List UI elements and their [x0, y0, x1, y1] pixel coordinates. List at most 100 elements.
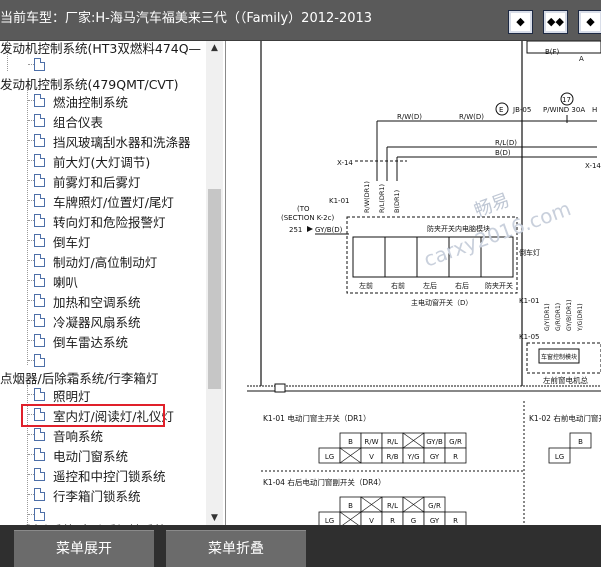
- tree-item-label: 前雾灯和后雾灯: [53, 175, 141, 190]
- document-icon: [34, 134, 45, 147]
- document-icon: [34, 468, 45, 481]
- scroll-up-arrow-icon[interactable]: ▲: [206, 41, 223, 55]
- tree-item-label: 倒车灯: [53, 235, 91, 250]
- document-icon: [34, 154, 45, 167]
- wiring-diagram: B(F) A E JB-05 17 P/WIND 30A H R/W(D) R/…: [247, 41, 601, 525]
- pin-label: Y/G(DR1): [577, 303, 584, 332]
- connector-pin-label: R/L: [387, 502, 398, 510]
- tree-item-label: 组合仪表: [53, 115, 104, 130]
- tree-item-label: 电动门窗系统: [53, 449, 129, 464]
- tree-item-label: 发动机控制系统(479QMT/CVT): [0, 77, 179, 92]
- h-label: H: [592, 106, 597, 114]
- connector-pin-label: V: [369, 517, 374, 525]
- connector-pin-label: R/W: [364, 438, 378, 446]
- document-icon: [34, 488, 45, 501]
- pwind-label: P/WIND 30A: [543, 106, 585, 114]
- tree-item-label: 车牌照灯/位置灯/尾灯: [53, 195, 174, 210]
- menu-tree[interactable]: 发动机控制系统(HT3双燃料474Q— 发动机控制系统(479QMT/CVT) 燃油…: [0, 41, 226, 525]
- main-switch-label: 主电动窗开关（D）: [411, 298, 472, 307]
- document-icon: [34, 274, 45, 287]
- fuse-e-label: E: [499, 106, 503, 114]
- module-box-label: 车窗控制模块: [541, 353, 577, 361]
- tree-item-label: 喇叭: [53, 275, 79, 290]
- arrow-pin-label: 251: [289, 226, 302, 234]
- menu-expand-button[interactable]: 菜单展开: [14, 530, 154, 567]
- expand-view-button[interactable]: ◆: [508, 10, 533, 34]
- split-view-button[interactable]: ◆◆: [543, 10, 568, 34]
- motor-label: 左前窗电机总: [543, 375, 588, 385]
- selected-item-highlight: [21, 404, 165, 427]
- document-icon: [34, 334, 45, 347]
- document-icon: [34, 234, 45, 247]
- collapse-icon: ◆: [586, 15, 595, 28]
- wire-label: GY/B(D): [315, 226, 343, 234]
- tree-item-label: 遥控和中控门锁系统: [53, 469, 166, 484]
- connector-pin-label: G/R: [428, 502, 441, 510]
- collapse-view-button[interactable]: ◆: [578, 10, 601, 34]
- document-icon: [34, 354, 45, 367]
- connector-pin-label: LG: [325, 517, 334, 525]
- document-icon: [34, 254, 45, 267]
- document-icon: [34, 214, 45, 227]
- connector-pin-label: GY: [430, 517, 440, 525]
- connector-label: X-14: [337, 159, 353, 167]
- connector-pin-label: R/L: [387, 438, 398, 446]
- pin-label: B(DR1): [393, 190, 401, 213]
- connector-label: X-14: [585, 162, 601, 170]
- connector-pin-label: G/R: [449, 438, 462, 446]
- vehicle-title: 当前车型：厂家:H-海马汽车福美来三代（（Family）2012-2013: [0, 11, 373, 26]
- menu-collapse-button[interactable]: 菜单折叠: [166, 530, 306, 567]
- connector-pin-label: GY: [430, 453, 440, 461]
- footer-bar: 菜单展开 菜单折叠: [0, 525, 601, 567]
- header-bar: 当前车型：厂家:H-海马汽车福美来三代（（Family）2012-2013 ◆ …: [0, 0, 601, 41]
- document-icon: [34, 314, 45, 327]
- pin-label: R/L(DR1): [378, 184, 386, 213]
- tree-item-label: 加热和空调系统: [53, 295, 141, 310]
- connector-label: K1-05: [519, 333, 539, 341]
- document-icon: [34, 194, 45, 207]
- switch-label: 左前: [359, 281, 373, 290]
- connector-pin-label: G: [411, 517, 416, 525]
- tree-item-label: 音响系统: [53, 429, 104, 444]
- expand-icon: ◆: [516, 15, 525, 28]
- switch-label: 左后: [423, 281, 437, 290]
- tree-item-label: 制动灯/高位制动灯: [53, 255, 158, 270]
- connector-pin-label: R: [453, 517, 458, 525]
- connector-pin-label: R/B: [386, 453, 398, 461]
- fuse-label-a: A: [579, 55, 584, 63]
- connector-pin-label: R: [390, 517, 395, 525]
- document-icon: [34, 58, 45, 71]
- tree-item-label: 挡风玻璃刮水器和洗涤器: [53, 135, 191, 150]
- tree-item-label: 燃油控制系统: [53, 95, 129, 110]
- wire-label: R/W(D): [459, 113, 484, 121]
- pin-label: GY/B(DR1): [566, 300, 573, 331]
- scroll-thumb[interactable]: [208, 189, 221, 389]
- sidebar-scrollbar[interactable]: ▲ ▼: [206, 41, 223, 525]
- tree-item-label: 前大灯(大灯调节): [53, 155, 151, 170]
- switch-label: 右后: [455, 281, 469, 290]
- section-label: (SECTION K-2c): [281, 214, 334, 222]
- connector-pin-label: B: [348, 502, 353, 510]
- wiring-diagram-panel[interactable]: B(F) A E JB-05 17 P/WIND 30A H R/W(D) R/…: [227, 41, 601, 525]
- split-icon: ◆◆: [547, 15, 564, 28]
- document-icon: [34, 448, 45, 461]
- tree-item-label: 倒车雷达系统: [53, 335, 129, 350]
- connector-pin-label: R: [453, 453, 458, 461]
- connector-pin-label: B: [578, 438, 583, 446]
- connector-pin-label: LG: [555, 453, 564, 461]
- tree-item-label: 转向灯和危险报警灯: [53, 215, 166, 230]
- jb-label: JB-05: [512, 106, 531, 114]
- document-icon: [34, 94, 45, 107]
- tree-item-label: 行李箱门锁系统: [53, 489, 141, 504]
- connector-pin-label: Y/G: [406, 453, 419, 461]
- document-icon: [34, 174, 45, 187]
- document-icon: [34, 294, 45, 307]
- tree-item-label: 照明灯: [53, 389, 91, 404]
- switch-label: 右前: [391, 281, 405, 290]
- tree-item-label: 发动机控制系统(HT3双燃料474Q—: [0, 41, 202, 56]
- connector-pin-label: GY/B: [426, 438, 443, 446]
- document-icon: [34, 428, 45, 441]
- connector-pin-label: V: [369, 453, 374, 461]
- scroll-down-arrow-icon[interactable]: ▼: [206, 511, 223, 525]
- pin-label: G/Y(DR1): [544, 303, 551, 331]
